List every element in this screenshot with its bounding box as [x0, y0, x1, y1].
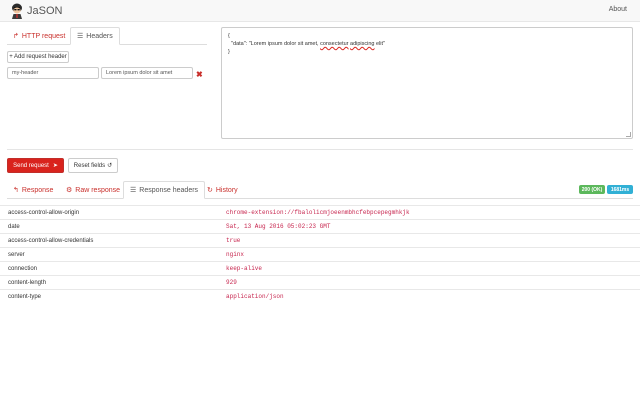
table-row: server nginx — [0, 247, 640, 261]
reset-fields-button[interactable]: Reset fields ↺ — [68, 158, 118, 173]
response-tabs: ↰ Response ⚙ Raw response ☰ Response hea… — [7, 181, 633, 199]
header-value: Sat, 13 Aug 2016 05:02:23 GMT — [226, 223, 331, 230]
list-icon: ☰ — [130, 187, 137, 194]
editor-text: "data": "Lorem ipsum dolor sit amet, — [228, 41, 321, 47]
jason-logo-icon — [10, 3, 24, 19]
misspelled-word: adipiscing — [350, 41, 375, 47]
reset-label: Reset fields — [73, 162, 106, 169]
send-label: Send request — [13, 162, 49, 169]
header-key: access-control-allow-origin — [8, 209, 80, 216]
table-row: connection keep-alive — [0, 261, 640, 275]
tab-response[interactable]: ↰ Response — [7, 181, 59, 199]
tab-label: Headers — [86, 32, 113, 40]
table-row: content-length 929 — [0, 275, 640, 289]
header-value: true — [226, 237, 241, 244]
table-row: date Sat, 13 Aug 2016 05:02:23 GMT — [0, 219, 640, 233]
header-value: application/json — [226, 293, 284, 300]
request-body-editor[interactable]: { "data": "Lorem ipsum dolor sit amet, c… — [221, 27, 633, 139]
about-link[interactable]: About — [609, 6, 627, 13]
tab-history[interactable]: ↻ History — [201, 181, 244, 199]
header-value: chrome-extension://fbalolicmjoeenmbhcfeb… — [226, 209, 410, 216]
editor-line: { — [228, 33, 230, 39]
header-key: connection — [8, 265, 38, 272]
header-key: access-control-allow-credentials — [8, 237, 94, 244]
table-row: content-type application/json — [0, 289, 640, 303]
tab-label: Raw response — [75, 186, 121, 194]
section-divider — [7, 149, 633, 150]
header-value-input[interactable]: Lorem ipsum dolor sit amet — [101, 67, 193, 79]
share-icon: ↱ — [13, 33, 19, 40]
tab-label: Response — [21, 186, 54, 194]
tab-label: HTTP request — [21, 32, 66, 40]
tab-headers[interactable]: ☰ Headers — [70, 27, 120, 45]
response-headers-table: access-control-allow-origin chrome-exten… — [0, 205, 640, 303]
navbar: JaSON About — [0, 0, 640, 22]
remove-header-icon[interactable]: ✖ — [196, 70, 203, 79]
misspelled-word: consectetur — [320, 41, 349, 47]
resize-handle[interactable] — [626, 132, 631, 137]
app-title: JaSON — [27, 5, 63, 17]
reply-icon: ↰ — [13, 187, 19, 194]
table-row: access-control-allow-credentials true — [0, 233, 640, 247]
header-name-input[interactable]: my-header — [7, 67, 99, 79]
header-key: server — [8, 251, 25, 258]
response-time-badge: 1681ms — [607, 185, 633, 194]
paper-plane-icon: ➤ — [52, 163, 58, 169]
header-key: date — [8, 223, 20, 230]
undo-icon: ↺ — [107, 163, 113, 169]
header-value: keep-alive — [226, 265, 263, 272]
history-icon: ↻ — [207, 187, 213, 194]
header-value: 929 — [226, 279, 237, 286]
editor-line: "data": "Lorem ipsum dolor sit amet, con… — [228, 40, 626, 48]
list-icon: ☰ — [77, 33, 84, 40]
cogs-icon: ⚙ — [66, 187, 73, 194]
brand[interactable]: JaSON — [10, 3, 62, 19]
tab-raw-response[interactable]: ⚙ Raw response — [60, 181, 126, 199]
request-tabs: ↱ HTTP request ☰ Headers — [7, 27, 207, 45]
tab-label: Response headers — [139, 186, 199, 194]
editor-line: } — [228, 49, 230, 55]
send-request-button[interactable]: Send request ➤ — [7, 158, 64, 173]
tab-response-headers[interactable]: ☰ Response headers — [123, 181, 206, 199]
tab-http-request[interactable]: ↱ HTTP request — [7, 27, 71, 45]
status-code-badge: 200 (OK) — [579, 185, 605, 194]
header-key: content-length — [8, 279, 47, 286]
header-value: nginx — [226, 251, 245, 258]
editor-text: elit" — [374, 41, 386, 47]
add-request-header-button[interactable]: + Add request header — [7, 51, 69, 63]
table-row: access-control-allow-origin chrome-exten… — [0, 205, 640, 219]
header-key: content-type — [8, 293, 42, 300]
tab-label: History — [215, 186, 238, 194]
